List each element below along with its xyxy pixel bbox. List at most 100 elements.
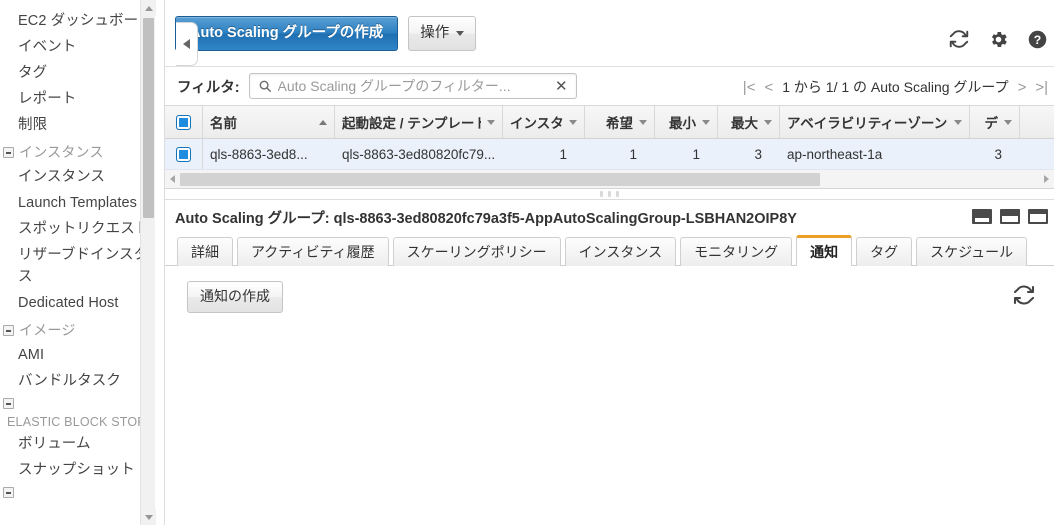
column-header-label: アベイラビリティーゾーン (787, 116, 948, 131)
collapse-toggle-icon[interactable] (3, 324, 14, 336)
collapse-toggle-icon[interactable] (3, 398, 14, 409)
help-icon[interactable]: ? (1027, 29, 1048, 50)
sidebar-scroll-up-button[interactable] (141, 0, 156, 16)
sidebar-edge (155, 0, 165, 525)
chevron-down-icon[interactable] (954, 119, 962, 125)
pagination-text: 1 から 1/ 1 の Auto Scaling グループ (782, 79, 1009, 95)
chevron-down-icon[interactable] (639, 119, 647, 125)
chevron-down-icon[interactable] (487, 119, 495, 125)
tab-4[interactable]: モニタリング (680, 237, 793, 266)
row-checkbox[interactable] (176, 146, 191, 162)
refresh-icon[interactable] (1012, 283, 1036, 310)
chevron-left-icon (170, 175, 175, 183)
refresh-icon[interactable] (948, 28, 970, 50)
scroll-track[interactable] (180, 172, 1039, 186)
close-icon[interactable]: ✕ (555, 79, 568, 94)
next-page-button[interactable]: > (1018, 79, 1027, 96)
panel-bottom-icon[interactable] (972, 209, 992, 224)
tab-7[interactable]: スケジュール (916, 237, 1028, 266)
table-header-row: 名前 起動設定 / テンプレート インスタン: 希望 最小 最大 アベイラビリティーゾーン デ (165, 106, 1054, 139)
tab-2[interactable]: スケーリングポリシー (392, 237, 561, 266)
detail-tabs: 詳細 アクティビティ履歴 スケーリングポリシー インスタンス モニタリング 通知 タグ スケジ… (165, 234, 1054, 267)
create-auto-scaling-group-button[interactable]: Auto Scaling グループの作成 (175, 16, 399, 51)
select-all-checkbox-cell[interactable] (165, 106, 203, 138)
table-row[interactable]: qls-8863-3ed8... qls-8863-3ed80820fc79...… (165, 139, 1054, 170)
sidebar-scroll-down-button[interactable] (141, 509, 156, 525)
tab-6[interactable]: タグ (856, 237, 913, 266)
sidebar-section-label: インスタンス (19, 144, 104, 160)
column-header-min[interactable]: 最小 (655, 106, 718, 138)
gear-icon[interactable] (988, 29, 1009, 50)
search-input[interactable]: Auto Scaling グループのフィルター... (278, 76, 555, 96)
tab-1[interactable]: アクティビティ履歴 (237, 237, 389, 266)
sidebar-section-label: ELASTIC BLOCK STORE (7, 415, 156, 429)
tab-3[interactable]: インスタンス (564, 237, 677, 266)
collapse-toggle-icon[interactable] (3, 487, 14, 498)
column-header-label: 名前 (210, 116, 237, 131)
column-header-label: 最小 (669, 116, 696, 131)
column-header-label: デ (984, 116, 999, 131)
column-header-name[interactable]: 名前 (203, 106, 335, 138)
create-notification-button[interactable]: 通知の作成 (187, 281, 283, 313)
last-page-button[interactable]: >| (1035, 79, 1048, 96)
actions-dropdown-button[interactable]: 操作 (408, 16, 477, 51)
column-header-max[interactable]: 最大 (718, 106, 780, 138)
column-header-launch[interactable]: 起動設定 / テンプレート (335, 106, 503, 138)
filter-label: フィルタ: (177, 79, 240, 96)
column-header-inst[interactable]: インスタン: (503, 106, 585, 138)
scroll-right-button[interactable] (1039, 170, 1054, 189)
tab-0[interactable]: 詳細 (177, 237, 233, 266)
detail-panel-header: Auto Scaling グループ: qls-8863-3ed80820fc79… (165, 200, 1054, 234)
main-content: Auto Scaling グループの作成 操作 ? フィルタ: Auto Sca… (165, 0, 1054, 525)
svg-text:?: ? (1034, 32, 1041, 46)
scroll-thumb[interactable] (180, 172, 820, 186)
ec2-console: EC2 ダッシュボード イベント タグ レポート 制限 インスタンス インスタンス Launc… (0, 0, 1054, 525)
chevron-down-icon[interactable] (764, 119, 772, 125)
panel-layout-buttons (972, 209, 1048, 224)
collapse-toggle-icon[interactable] (3, 146, 14, 158)
search-icon (259, 80, 271, 92)
cell-des: 1 (629, 146, 637, 162)
column-header-label: インスタン: (510, 116, 563, 131)
column-header-def[interactable]: デ (970, 106, 1020, 138)
actions-label: 操作 (420, 25, 450, 41)
detail-panel-title: Auto Scaling グループ: qls-8863-3ed80820fc79… (175, 210, 797, 227)
sidebar-scroll-thumb[interactable] (143, 18, 154, 218)
column-header-label: 起動設定 / テンプレート (342, 116, 481, 131)
chevron-down-icon[interactable] (702, 119, 710, 125)
prev-page-button[interactable]: < (764, 79, 773, 96)
cell-launch: qls-8863-3ed80820fc79... (342, 146, 496, 162)
cell-name: qls-8863-3ed8... (210, 146, 308, 162)
sort-ascending-icon[interactable] (319, 119, 327, 125)
filter-bar: フィルタ: Auto Scaling グループのフィルター... ✕ |< < … (165, 66, 1054, 106)
notifications-tab-panel: 通知の作成 (165, 266, 1054, 446)
chevron-down-icon (456, 30, 465, 36)
column-header-az[interactable]: アベイラビリティーゾーン (780, 106, 970, 138)
cell-min: 1 (692, 146, 700, 162)
pagination: |< < 1 から 1/ 1 の Auto Scaling グループ > >| (743, 67, 1048, 107)
first-page-button[interactable]: |< (743, 79, 756, 96)
table-body: qls-8863-3ed8... qls-8863-3ed80820fc79...… (165, 139, 1054, 170)
chevron-left-icon (183, 39, 190, 49)
sidebar-scrollbar[interactable] (140, 0, 156, 525)
cell-max: 3 (754, 146, 762, 162)
action-toolbar: Auto Scaling グループの作成 操作 ? (165, 0, 1054, 66)
panel-full-icon[interactable] (1028, 209, 1048, 224)
panel-split-icon[interactable] (1000, 209, 1020, 224)
chevron-down-icon[interactable] (569, 119, 577, 125)
table-horizontal-scrollbar[interactable] (165, 170, 1054, 189)
chevron-down-icon[interactable] (1004, 119, 1012, 125)
sidebar-collapse-button[interactable] (176, 22, 198, 66)
column-header-label: 最大 (731, 116, 758, 131)
select-all-checkbox[interactable] (176, 114, 191, 130)
scroll-left-button[interactable] (165, 170, 180, 189)
row-checkbox-cell[interactable] (165, 139, 203, 169)
panel-resize-handle[interactable] (165, 189, 1054, 200)
column-header-des[interactable]: 希望 (585, 106, 655, 138)
column-header-label: 希望 (606, 116, 633, 131)
sidebar-section-label: イメージ (19, 322, 76, 338)
sidebar: EC2 ダッシュボード イベント タグ レポート 制限 インスタンス インスタンス Launc… (0, 0, 165, 525)
cell-inst: 1 (559, 146, 567, 162)
tab-5[interactable]: 通知 (796, 235, 853, 267)
filter-input-wrapper[interactable]: Auto Scaling グループのフィルター... ✕ (248, 73, 577, 99)
